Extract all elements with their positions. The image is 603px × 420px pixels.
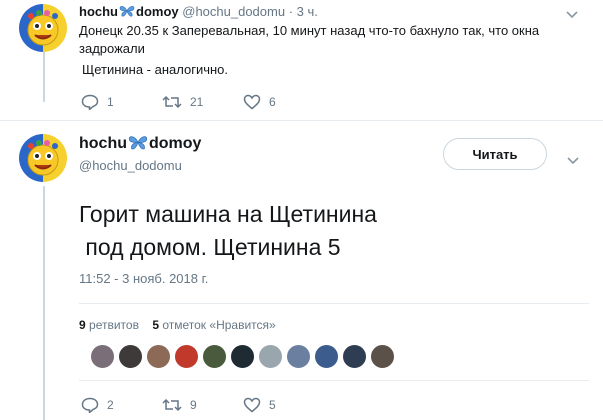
main-menu-chevron-icon[interactable] xyxy=(567,152,579,170)
liker-avatar[interactable] xyxy=(146,344,171,369)
main-retweet-count: 9 xyxy=(190,398,197,412)
likers-avatars xyxy=(90,344,395,369)
divider xyxy=(79,380,589,381)
reply-text-line1: Донецк 20.35 к Заперевальная, 10 минут н… xyxy=(79,23,540,38)
reply-icon xyxy=(81,397,99,413)
reply-retweet-count: 21 xyxy=(190,95,204,109)
main-retweet-action[interactable]: 9 xyxy=(162,397,197,413)
reply-display-name[interactable]: hochu domoy xyxy=(79,4,179,19)
heart-icon xyxy=(243,94,261,110)
butterfly-icon xyxy=(128,136,148,150)
reply-time[interactable]: 3 ч. xyxy=(297,4,318,19)
main-avatar[interactable] xyxy=(19,134,67,182)
reply-like-action[interactable]: 6 xyxy=(243,94,276,110)
main-timestamp[interactable]: 11:52 - 3 нояб. 2018 г. xyxy=(79,271,208,286)
reply-header: hochu domoy @hochu_dodomu · 3 ч. xyxy=(79,4,318,19)
thread-connector-main xyxy=(43,186,45,420)
separator-dot: · xyxy=(288,4,294,19)
divider xyxy=(79,303,589,304)
butterfly-icon xyxy=(119,6,135,17)
liker-avatar[interactable] xyxy=(286,344,311,369)
retweet-stat[interactable]: 9 ретвитов xyxy=(79,318,139,332)
main-tweet-text: Горит машина на Щетинина под домом. Щети… xyxy=(79,201,377,260)
reply-icon xyxy=(81,94,99,110)
retweet-icon xyxy=(162,398,182,412)
liker-avatar[interactable] xyxy=(370,344,395,369)
follow-button[interactable]: Читать xyxy=(443,138,547,170)
liker-avatar[interactable] xyxy=(202,344,227,369)
liker-avatar[interactable] xyxy=(230,344,255,369)
liker-avatar[interactable] xyxy=(342,344,367,369)
liker-avatar[interactable] xyxy=(258,344,283,369)
main-display-name[interactable]: hochu domoy xyxy=(79,135,201,153)
reply-retweet-action[interactable]: 21 xyxy=(162,94,203,110)
reply-text-line3: Щетинина - аналогично. xyxy=(82,61,228,79)
reply-like-count: 6 xyxy=(269,95,276,109)
reply-handle[interactable]: @hochu_dodomu xyxy=(182,4,285,19)
liker-avatar[interactable] xyxy=(90,344,115,369)
divider xyxy=(0,120,603,121)
liker-avatar[interactable] xyxy=(174,344,199,369)
heart-icon xyxy=(243,397,261,413)
liker-avatar[interactable] xyxy=(118,344,143,369)
liker-avatar[interactable] xyxy=(314,344,339,369)
like-stat[interactable]: 5 отметок «Нравится» xyxy=(152,318,275,332)
reply-reply-count: 1 xyxy=(107,95,114,109)
reply-text: Донецк 20.35 к Заперевальная, 10 минут н… xyxy=(79,22,579,58)
reply-avatar[interactable] xyxy=(19,4,67,52)
reply-text-line2: задрожали xyxy=(79,41,145,56)
retweet-icon xyxy=(162,95,182,109)
main-like-count: 5 xyxy=(269,398,276,412)
reply-reply-action[interactable]: 1 xyxy=(81,94,114,110)
main-reply-action[interactable]: 2 xyxy=(81,397,114,413)
main-like-action[interactable]: 5 xyxy=(243,397,276,413)
main-handle[interactable]: @hochu_dodomu xyxy=(79,158,182,173)
thread-connector xyxy=(43,52,45,102)
main-reply-count: 2 xyxy=(107,398,114,412)
reply-text-line3-label: Щетинина - аналогично. xyxy=(82,62,229,77)
engagement-stats: 9 ретвитов 5 отметок «Нравится» xyxy=(79,318,276,332)
